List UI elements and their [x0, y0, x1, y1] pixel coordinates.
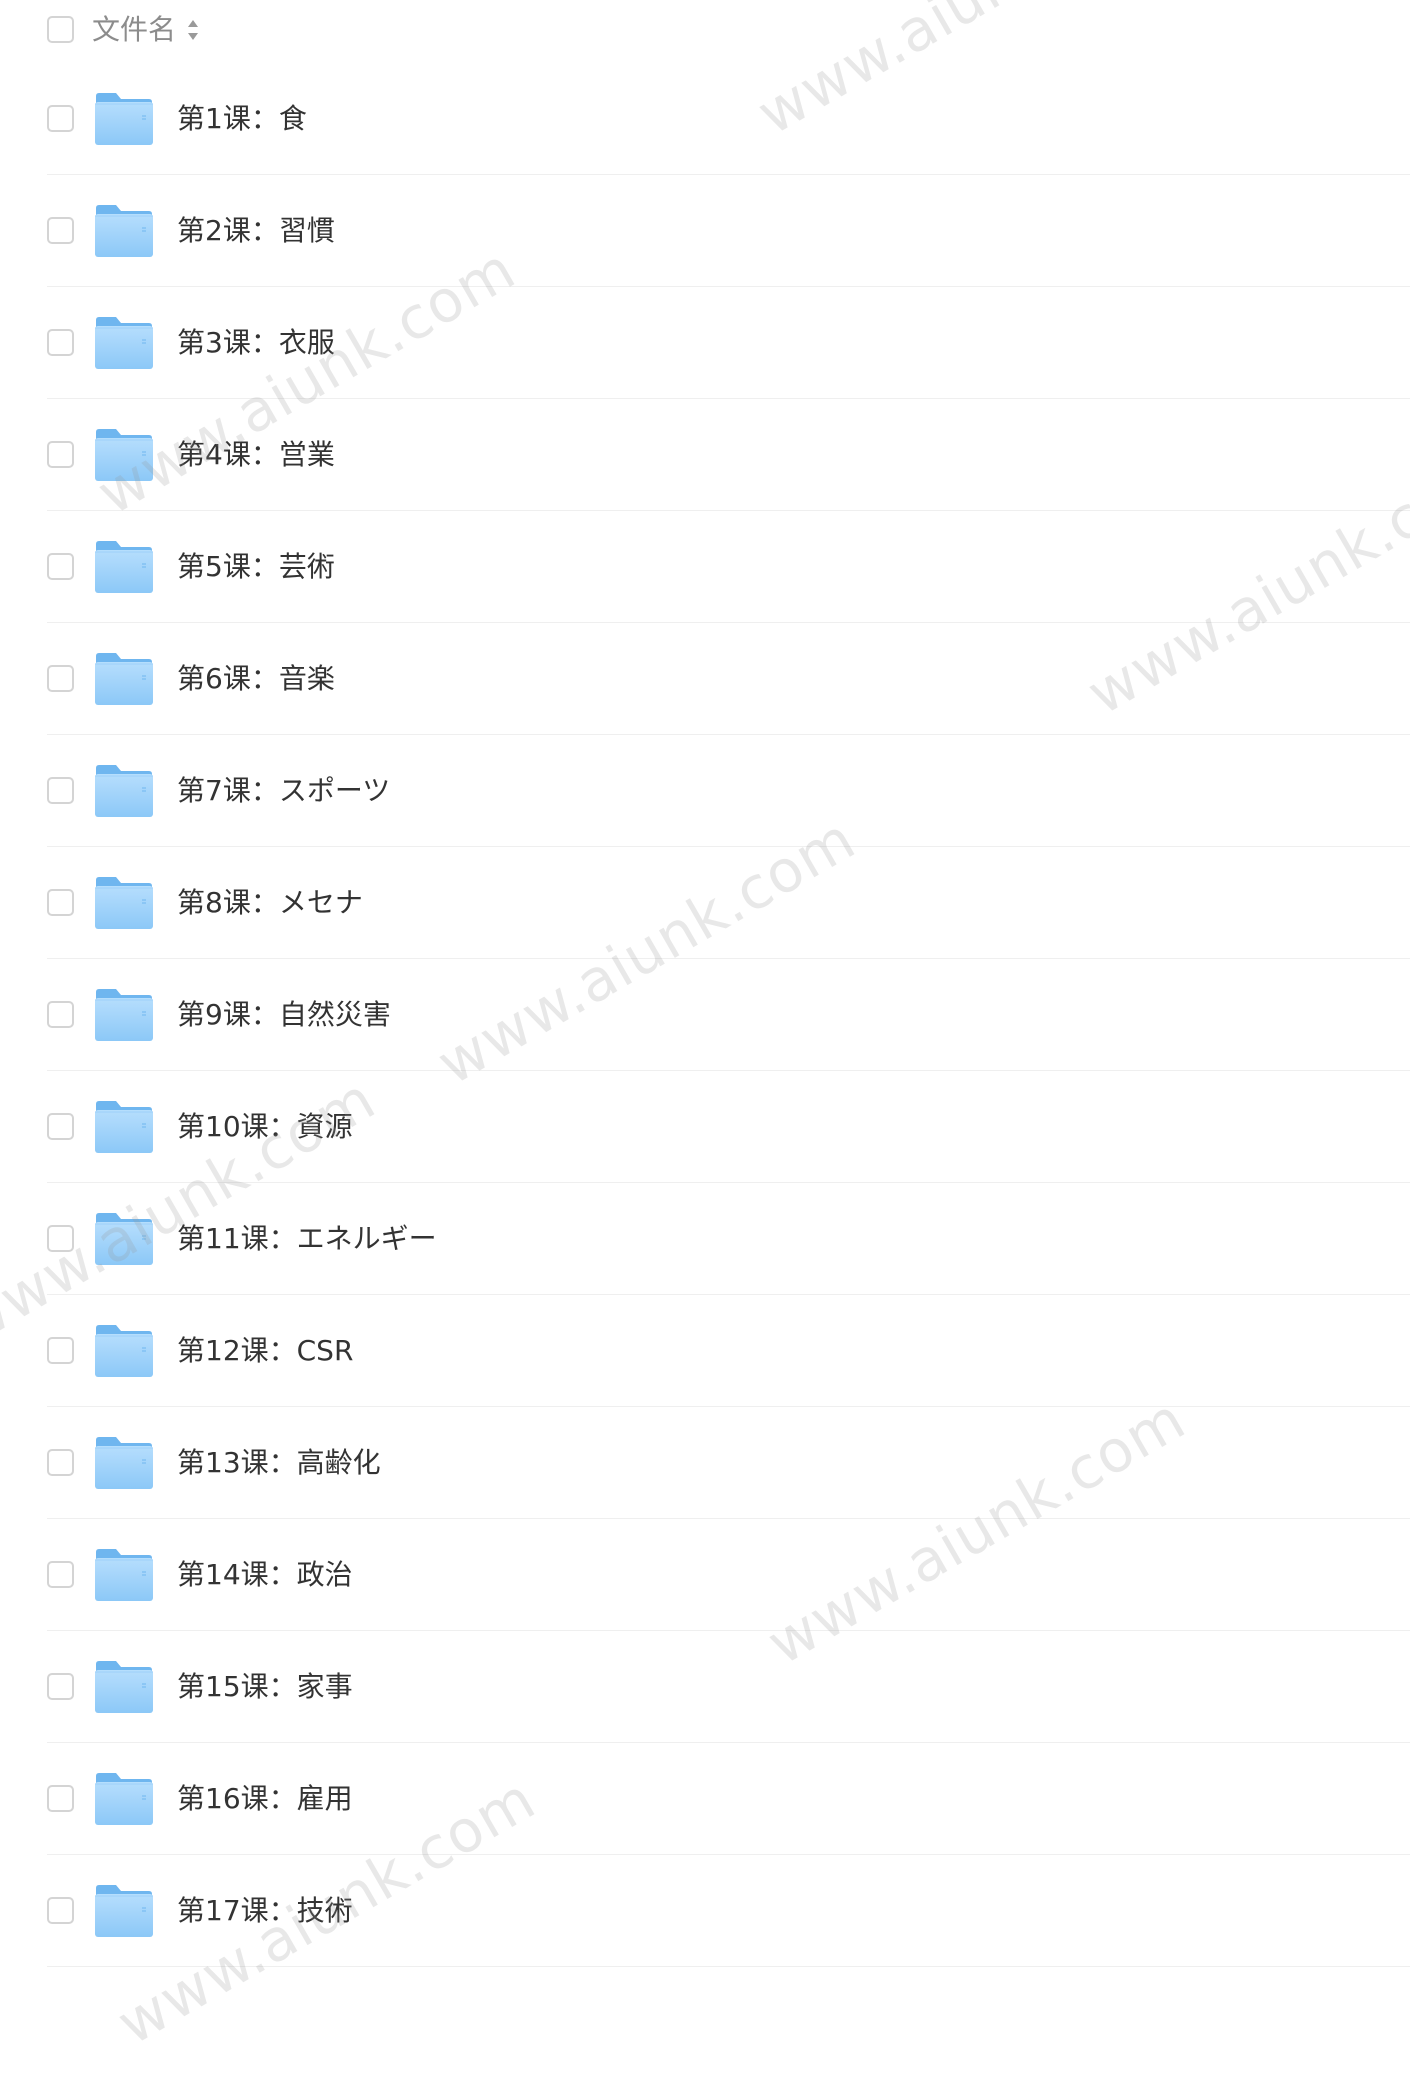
row-checkbox[interactable]: [47, 1561, 74, 1588]
row-checkbox[interactable]: [47, 553, 74, 580]
row-checkbox[interactable]: [47, 1673, 74, 1700]
file-name[interactable]: 第9课：自然災害: [177, 995, 391, 1035]
folder-icon: [94, 764, 154, 818]
row-checkbox[interactable]: [47, 777, 74, 804]
file-row[interactable]: 第5课：芸術: [0, 511, 1410, 623]
folder-icon: [94, 1884, 154, 1938]
column-header-filename[interactable]: 文件名: [92, 10, 176, 50]
sort-updown-icon[interactable]: [186, 18, 200, 42]
file-row[interactable]: 第6课：音楽: [0, 623, 1410, 735]
row-checkbox[interactable]: [47, 217, 74, 244]
file-name[interactable]: 第3课：衣服: [177, 323, 335, 363]
folder-icon: [94, 988, 154, 1042]
folder-icon: [94, 876, 154, 930]
row-divider: [47, 1966, 1410, 1967]
folder-icon: [94, 1212, 154, 1266]
file-name[interactable]: 第10课：資源: [177, 1107, 353, 1147]
folder-icon: [94, 1100, 154, 1154]
file-name[interactable]: 第1课：食: [177, 99, 307, 139]
file-name[interactable]: 第14课：政治: [177, 1555, 353, 1595]
file-row[interactable]: 第16课：雇用: [0, 1743, 1410, 1855]
file-row[interactable]: 第12课：CSR: [0, 1295, 1410, 1407]
folder-icon: [94, 1324, 154, 1378]
file-row[interactable]: 第17课：技術: [0, 1855, 1410, 1967]
row-checkbox[interactable]: [47, 1001, 74, 1028]
row-checkbox[interactable]: [47, 665, 74, 692]
file-name[interactable]: 第2课：習慣: [177, 211, 335, 251]
file-row[interactable]: 第8课：メセナ: [0, 847, 1410, 959]
folder-icon: [94, 1436, 154, 1490]
file-row[interactable]: 第3课：衣服: [0, 287, 1410, 399]
row-checkbox[interactable]: [47, 1337, 74, 1364]
folder-icon: [94, 652, 154, 706]
row-checkbox[interactable]: [47, 1113, 74, 1140]
folder-icon: [94, 316, 154, 370]
file-name[interactable]: 第16课：雇用: [177, 1779, 353, 1819]
file-name[interactable]: 第6课：音楽: [177, 659, 335, 699]
file-name[interactable]: 第4课：営業: [177, 435, 335, 475]
folder-icon: [94, 1660, 154, 1714]
row-checkbox[interactable]: [47, 1785, 74, 1812]
file-name[interactable]: 第7课：スポーツ: [177, 771, 390, 811]
row-checkbox[interactable]: [47, 1449, 74, 1476]
file-name[interactable]: 第8课：メセナ: [177, 883, 363, 923]
file-row[interactable]: 第4课：営業: [0, 399, 1410, 511]
file-row[interactable]: 第9课：自然災害: [0, 959, 1410, 1071]
row-checkbox[interactable]: [47, 105, 74, 132]
folder-icon: [94, 1772, 154, 1826]
file-name[interactable]: 第15课：家事: [177, 1667, 353, 1707]
file-row[interactable]: 第13课：高齢化: [0, 1407, 1410, 1519]
folder-icon: [94, 1548, 154, 1602]
file-rows: 第1课：食第2课：習慣 第3课：衣服 第4课：営業 第5课：芸術 第6课：音楽第7课：ス…: [0, 63, 1410, 1967]
file-row[interactable]: 第1课：食: [0, 63, 1410, 175]
file-row[interactable]: 第2课：習慣: [0, 175, 1410, 287]
file-name[interactable]: 第12课：CSR: [177, 1331, 353, 1371]
folder-icon: [94, 92, 154, 146]
file-row[interactable]: 第15课：家事: [0, 1631, 1410, 1743]
file-name[interactable]: 第13课：高齢化: [177, 1443, 381, 1483]
folder-icon: [94, 540, 154, 594]
file-row[interactable]: 第10课：資源: [0, 1071, 1410, 1183]
row-checkbox[interactable]: [47, 1225, 74, 1252]
row-checkbox[interactable]: [47, 889, 74, 916]
folder-icon: [94, 204, 154, 258]
row-checkbox[interactable]: [47, 329, 74, 356]
file-row[interactable]: 第7课：スポーツ: [0, 735, 1410, 847]
file-list-header: 文件名: [0, 0, 1410, 60]
row-checkbox[interactable]: [47, 441, 74, 468]
folder-icon: [94, 428, 154, 482]
select-all-checkbox[interactable]: [47, 16, 74, 43]
file-name[interactable]: 第17课：技術: [177, 1891, 353, 1931]
file-row[interactable]: 第14课：政治: [0, 1519, 1410, 1631]
file-row[interactable]: 第11课：エネルギー: [0, 1183, 1410, 1295]
file-name[interactable]: 第11课：エネルギー: [177, 1219, 437, 1259]
file-name[interactable]: 第5课：芸術: [177, 547, 335, 587]
row-checkbox[interactable]: [47, 1897, 74, 1924]
